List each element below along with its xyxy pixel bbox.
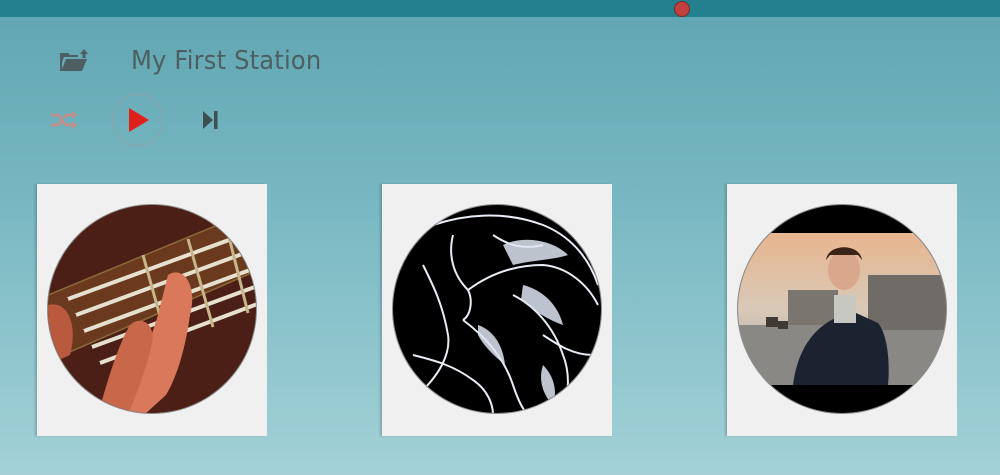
- seek-bar-fill: [0, 0, 682, 17]
- station-grid: [0, 184, 1000, 436]
- seek-bar-handle[interactable]: [674, 1, 690, 17]
- skip-next-icon: [203, 111, 218, 129]
- station-title: My First Station: [131, 46, 322, 76]
- station-artwork-guitar: [47, 204, 257, 414]
- station-card[interactable]: [37, 184, 267, 436]
- skip-next-button[interactable]: [198, 106, 222, 134]
- station-card[interactable]: [727, 184, 957, 436]
- station-card[interactable]: [382, 184, 612, 436]
- shuffle-icon: [51, 111, 77, 129]
- station-artwork-rooftop: [737, 204, 947, 414]
- folder-open-upload-icon: [60, 49, 88, 71]
- play-icon: [129, 108, 149, 132]
- open-folder-button[interactable]: [57, 44, 91, 78]
- station-header: My First Station: [57, 40, 336, 82]
- seek-bar[interactable]: [0, 0, 1000, 17]
- play-button[interactable]: [112, 94, 164, 146]
- shuffle-button[interactable]: [48, 106, 80, 134]
- station-artwork-horse: [392, 204, 602, 414]
